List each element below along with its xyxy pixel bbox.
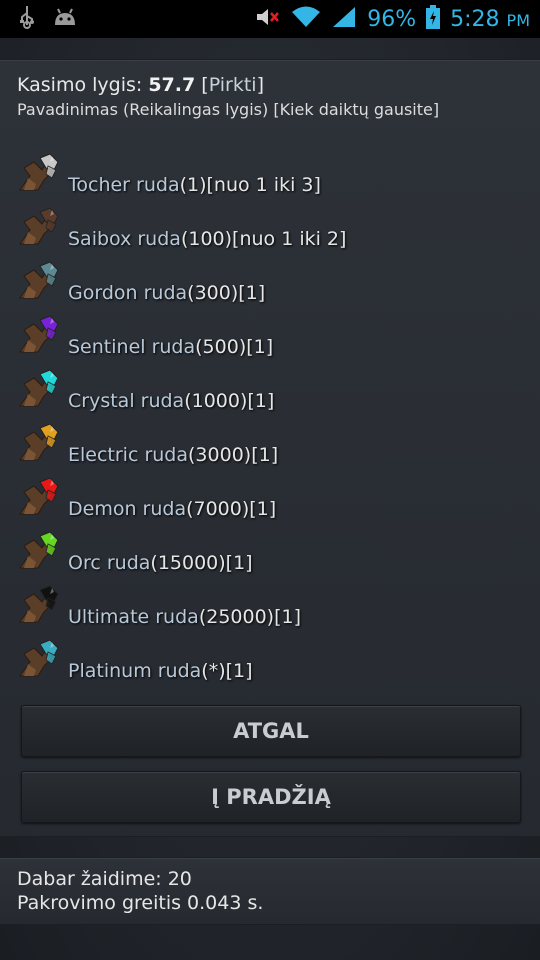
ore-name[interactable]: Platinum ruda bbox=[68, 660, 201, 682]
ore-label[interactable]: Gordon ruda(300)[1] bbox=[68, 282, 265, 304]
ore-requirement: (300)[1] bbox=[187, 282, 266, 304]
ore-name[interactable]: Ultimate ruda bbox=[68, 606, 199, 628]
ore-requirement: (25000)[1] bbox=[198, 606, 301, 628]
pickaxe-ore-icon bbox=[16, 258, 66, 302]
ore-requirement: (1000)[1] bbox=[184, 390, 275, 412]
ore-label[interactable]: Saibox ruda(100)[nuo 1 iki 2] bbox=[68, 228, 346, 250]
back-button[interactable]: ATGAL bbox=[21, 705, 521, 757]
ore-item[interactable]: Platinum ruda(*)[1] bbox=[16, 634, 526, 688]
online-count: Dabar žaidime: 20 bbox=[17, 868, 192, 890]
ore-requirement: (100)[nuo 1 iki 2] bbox=[180, 228, 347, 250]
mute-icon bbox=[255, 6, 281, 32]
battery-percent: 96% bbox=[367, 6, 417, 32]
ore-name[interactable]: Gordon ruda bbox=[68, 282, 187, 304]
pickaxe-ore-icon bbox=[16, 528, 66, 572]
ore-item[interactable]: Electric ruda(3000)[1] bbox=[16, 418, 526, 472]
list-legend: Pavadinimas (Reikalingas lygis) [Kiek da… bbox=[17, 100, 440, 119]
status-bar: 96% 5:28 PM bbox=[0, 0, 540, 38]
ore-item[interactable]: Sentinel ruda(500)[1] bbox=[16, 310, 526, 364]
battery-icon bbox=[426, 5, 441, 33]
clock: 5:28 PM bbox=[450, 6, 530, 32]
ore-name[interactable]: Tocher ruda bbox=[68, 174, 180, 196]
ore-name[interactable]: Orc ruda bbox=[68, 552, 150, 574]
ore-item[interactable]: Crystal ruda(1000)[1] bbox=[16, 364, 526, 418]
ore-label[interactable]: Crystal ruda(1000)[1] bbox=[68, 390, 274, 412]
ore-label[interactable]: Ultimate ruda(25000)[1] bbox=[68, 606, 301, 628]
ore-name[interactable]: Saibox ruda bbox=[68, 228, 181, 250]
footer-panel: Dabar žaidime: 20 Pakrovimo greitis 0.04… bbox=[0, 858, 540, 924]
usb-icon bbox=[18, 5, 36, 33]
ore-name[interactable]: Crystal ruda bbox=[68, 390, 184, 412]
wifi-icon bbox=[291, 6, 321, 32]
ore-item[interactable]: Orc ruda(15000)[1] bbox=[16, 526, 526, 580]
ore-item[interactable]: Saibox ruda(100)[nuo 1 iki 2] bbox=[16, 202, 526, 256]
home-button[interactable]: Į PRADŽIĄ bbox=[21, 771, 521, 823]
ore-list: Tocher ruda(1)[nuo 1 iki 3] Saibox ruda(1… bbox=[16, 148, 526, 688]
pickaxe-ore-icon bbox=[16, 420, 66, 464]
ore-label[interactable]: Sentinel ruda(500)[1] bbox=[68, 336, 273, 358]
pickaxe-ore-icon bbox=[16, 204, 66, 248]
pickaxe-ore-icon bbox=[16, 366, 66, 410]
mining-level-value: 57.7 bbox=[148, 74, 196, 96]
ore-item[interactable]: Ultimate ruda(25000)[1] bbox=[16, 580, 526, 634]
ore-item[interactable]: Tocher ruda(1)[nuo 1 iki 3] bbox=[16, 148, 526, 202]
ore-label[interactable]: Orc ruda(15000)[1] bbox=[68, 552, 253, 574]
ore-name[interactable]: Electric ruda bbox=[68, 444, 188, 466]
ore-item[interactable]: Gordon ruda(300)[1] bbox=[16, 256, 526, 310]
ore-requirement: (*)[1] bbox=[201, 660, 253, 682]
ore-requirement: (1)[nuo 1 iki 3] bbox=[179, 174, 321, 196]
pickaxe-ore-icon bbox=[16, 474, 66, 518]
pickaxe-ore-icon bbox=[16, 636, 66, 680]
pickaxe-ore-icon bbox=[16, 312, 66, 356]
ore-label[interactable]: Tocher ruda(1)[nuo 1 iki 3] bbox=[68, 174, 321, 196]
ore-item[interactable]: Demon ruda(7000)[1] bbox=[16, 472, 526, 526]
signal-icon bbox=[331, 6, 357, 32]
ore-requirement: (3000)[1] bbox=[188, 444, 279, 466]
ore-label[interactable]: Demon ruda(7000)[1] bbox=[68, 498, 276, 520]
ore-label[interactable]: Electric ruda(3000)[1] bbox=[68, 444, 278, 466]
ore-name[interactable]: Demon ruda bbox=[68, 498, 186, 520]
ore-requirement: (500)[1] bbox=[195, 336, 274, 358]
pickaxe-ore-icon bbox=[16, 150, 66, 194]
mining-panel: Kasimo lygis: 57.7 [Pirkti] Pavadinimas … bbox=[0, 60, 540, 836]
ore-name[interactable]: Sentinel ruda bbox=[68, 336, 195, 358]
ore-requirement: (7000)[1] bbox=[186, 498, 277, 520]
buy-link[interactable]: Pirkti bbox=[209, 74, 257, 96]
ore-requirement: (15000)[1] bbox=[150, 552, 253, 574]
load-speed: Pakrovimo greitis 0.043 s. bbox=[17, 892, 264, 914]
pickaxe-ore-icon bbox=[16, 582, 66, 626]
mining-level: Kasimo lygis: 57.7 [Pirkti] bbox=[17, 74, 264, 96]
android-icon bbox=[52, 7, 78, 31]
ore-label[interactable]: Platinum ruda(*)[1] bbox=[68, 660, 253, 682]
